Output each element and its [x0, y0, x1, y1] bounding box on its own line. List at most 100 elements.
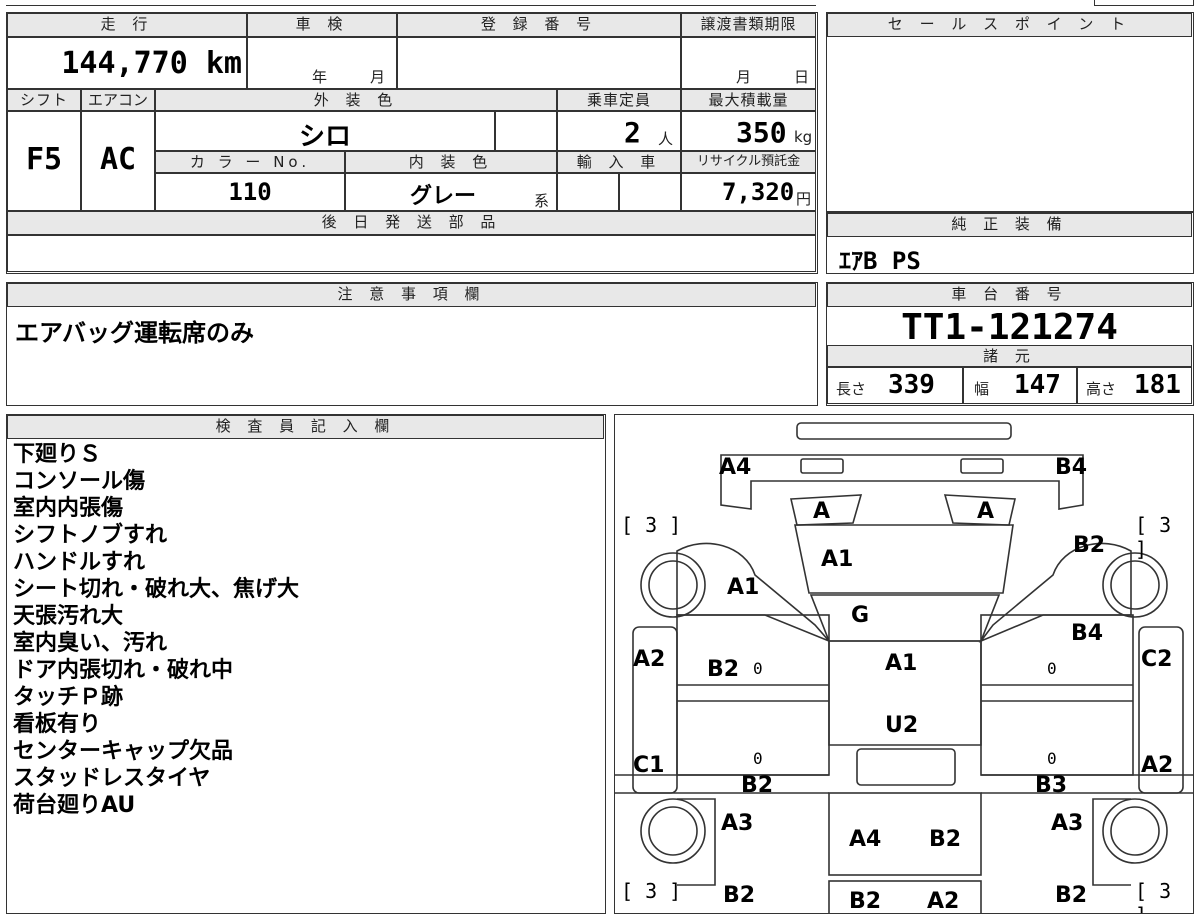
registration-cell [397, 37, 681, 89]
recycle-unit: 円 [796, 190, 812, 208]
color-no-cell: 110 [155, 173, 345, 211]
import-cell-right [619, 173, 681, 211]
exterior-extra-cell [495, 111, 557, 151]
genuine-equipment-value: ｴｱB PS [839, 247, 921, 275]
mileage-header: 走 行 [7, 13, 247, 37]
tire-mark-front-right: [ 3 ] [1135, 513, 1172, 561]
damage-front-left-corner: A4 [719, 455, 752, 480]
damage-right-sill: B3 [1035, 773, 1068, 798]
inspection-cell: 年 月 [247, 37, 397, 89]
shift-header: シフト [7, 89, 81, 111]
damage-bed-left: A4 [849, 827, 882, 852]
damage-front-right-corner: B4 [1055, 455, 1088, 480]
inspector-line: ハンドルすれ [13, 550, 146, 575]
inspector-line: 下廻りＳ [13, 442, 102, 467]
height-cell: 高さ 181 [1077, 367, 1192, 404]
inspector-line: シート切れ・破れ大、焦げ大 [13, 577, 300, 602]
inspector-line: コンソール傷 [13, 469, 146, 494]
inspector-lines: 下廻りＳ コンソール傷 室内内張傷 シフトノブすれ ハンドルすれ シート切れ・破… [13, 441, 299, 819]
inspector-line: シフトノブすれ [13, 523, 168, 548]
inspector-line: 室内内張傷 [13, 496, 124, 521]
transfer-month-unit: 月 [736, 68, 752, 86]
damage-left-door-front: A2 [633, 647, 666, 672]
interior-suffix: 系 [534, 192, 550, 210]
inspector-line: スタッドレスタイヤ [13, 766, 211, 791]
ac-header: エアコン [81, 89, 155, 111]
exterior-cell: シロ [155, 111, 495, 152]
tire-mark-rear-right: [ 3 ] [1135, 879, 1172, 913]
damage-bed-right: B2 [929, 827, 962, 852]
maxload-unit: kg [794, 128, 813, 146]
damage-bed-bottom-right: A2 [927, 889, 960, 914]
capacity-unit: 人 [658, 130, 674, 148]
width-value: 147 [1014, 370, 1061, 400]
zero-mark: 0 [753, 749, 763, 768]
shift-value: F5 [25, 142, 63, 177]
damage-windshield: A1 [821, 547, 854, 572]
zero-mark: 0 [1047, 749, 1057, 768]
damage-left-rear-bottom: B2 [723, 883, 756, 908]
damage-left-sill: B2 [741, 773, 774, 798]
notes-header: 注 意 事 項 欄 [7, 283, 816, 307]
damage-lamp-left: A [813, 499, 831, 524]
inspector-line: ドア内張切れ・破れ中 [13, 658, 234, 683]
color-no-value: 110 [228, 178, 272, 206]
damage-left-lower: C1 [633, 753, 665, 778]
length-cell: 長さ 339 [827, 367, 963, 404]
capacity-cell: 2 人 [557, 111, 681, 151]
damage-right-lower: A2 [1141, 753, 1174, 778]
damage-left-pillar: B2 [707, 657, 740, 682]
damage-right-door-front: B4 [1071, 621, 1104, 646]
damage-cowl: G [851, 603, 870, 628]
shift-cell: F5 [7, 111, 81, 211]
inspector-line: 天張汚れ大 [13, 604, 124, 629]
exterior-value: シロ [298, 122, 351, 152]
height-value: 181 [1134, 370, 1181, 400]
width-label: 幅 [974, 380, 990, 398]
ac-value: AC [99, 142, 137, 177]
inspector-line: 室内臭い、汚れ [13, 631, 168, 656]
chassis-box: 車 台 番 号 TT1-121274 諸 元 長さ 339 幅 147 高さ 1… [826, 282, 1194, 406]
length-label: 長さ [836, 380, 867, 398]
import-cell-left [557, 173, 619, 211]
transfer-header: 譲渡書類期限 [681, 13, 816, 37]
capacity-value: 2 [624, 116, 641, 149]
maxload-cell: 350 kg [681, 111, 816, 151]
capacity-header: 乗車定員 [557, 89, 681, 111]
mileage-cell: 144,770 km [7, 37, 247, 89]
specs-header: 諸 元 [827, 345, 1192, 367]
damage-cab-rear: U2 [885, 713, 919, 738]
top-strip [6, 0, 816, 6]
chassis-header: 車 台 番 号 [827, 283, 1192, 307]
notes-value: エアバッグ運転席のみ [15, 319, 255, 347]
maxload-value: 350 [736, 116, 787, 149]
inspector-line: センターキャップ欠品 [13, 739, 234, 764]
later-parts-cell [7, 235, 816, 272]
exterior-header: 外 装 色 [155, 89, 557, 111]
damage-right-rear-fender: A3 [1051, 811, 1084, 836]
summary-grid: 走 行 車 検 登 録 番 号 譲渡書類期限 144,770 km 年 月 月 … [6, 12, 818, 274]
ac-cell: AC [81, 111, 155, 211]
chassis-value: TT1-121274 [901, 307, 1118, 348]
interior-cell: グレー 系 [345, 173, 557, 211]
vehicle-diagram: [ 3 ] [ 3 ] [ 3 ] [ 3 ] A4 B4 A A A1 B2 … [614, 414, 1194, 914]
damage-lamp-right: A [977, 499, 995, 524]
damage-bed-bottom-left: B2 [849, 889, 882, 914]
recycle-value: 7,320 [722, 178, 795, 206]
interior-value: グレー [410, 184, 477, 209]
width-cell: 幅 147 [963, 367, 1077, 404]
recycle-cell: 7,320 円 [681, 173, 816, 211]
damage-left-rear-fender: A3 [721, 811, 754, 836]
genuine-equipment-box: 純 正 装 備 ｴｱB PS [826, 212, 1194, 275]
inspector-header: 検 査 員 記 入 欄 [7, 415, 604, 439]
import-header: 輸 入 車 [557, 151, 681, 173]
damage-right-rear-bottom: B2 [1055, 883, 1088, 908]
tire-mark-rear-left: [ 3 ] [621, 879, 682, 903]
inspector-line: タッチＰ跡 [13, 685, 124, 710]
sales-point-box: セ ー ル ス ポ イ ン ト [826, 12, 1194, 212]
inspection-month-unit: 月 [370, 68, 386, 86]
tire-mark-front-left: [ 3 ] [621, 513, 682, 537]
inspector-box: 検 査 員 記 入 欄 下廻りＳ コンソール傷 室内内張傷 シフトノブすれ ハン… [6, 414, 606, 914]
inspector-line: 看板有り [13, 712, 102, 737]
registration-header: 登 録 番 号 [397, 13, 681, 37]
